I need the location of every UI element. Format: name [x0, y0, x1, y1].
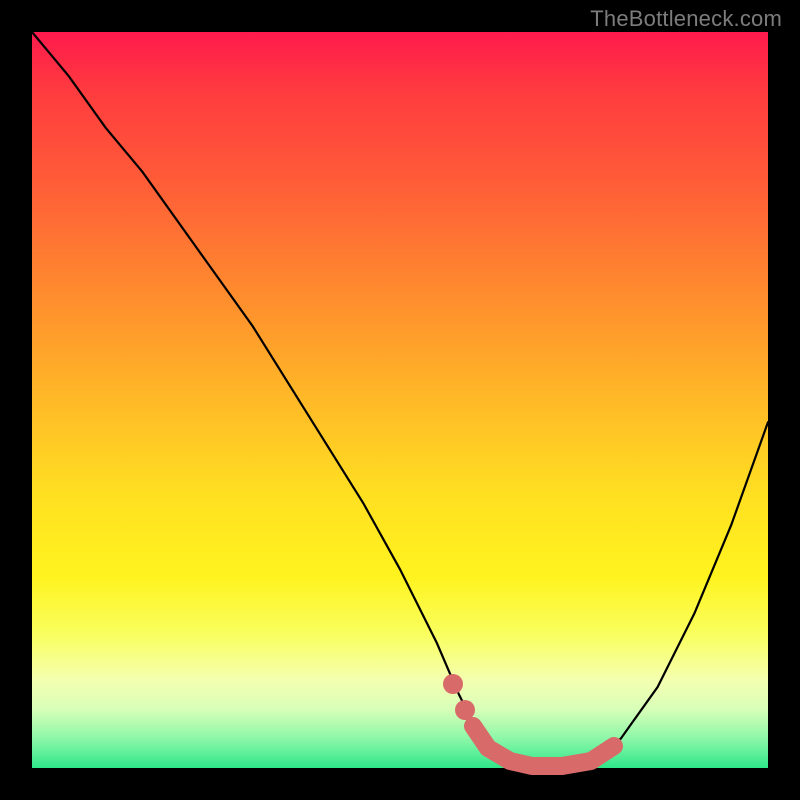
- optimal-zone-highlight: [473, 726, 614, 766]
- curve-layer: [32, 32, 768, 768]
- highlight-dot-icon: [455, 700, 475, 720]
- bottleneck-curve: [32, 32, 768, 768]
- highlight-dot-icon: [443, 674, 463, 694]
- plot-area: [32, 32, 768, 768]
- watermark-text: TheBottleneck.com: [590, 6, 782, 32]
- chart-stage: TheBottleneck.com: [0, 0, 800, 800]
